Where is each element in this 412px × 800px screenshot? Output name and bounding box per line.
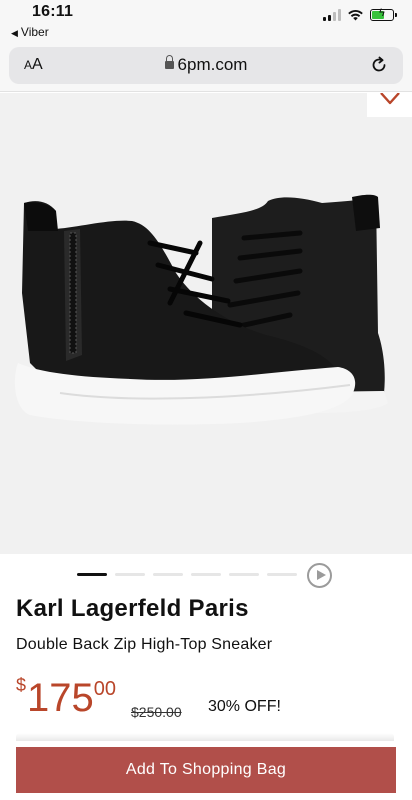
back-triangle-icon: ◀: [11, 28, 18, 38]
price-dollars: 175: [27, 676, 94, 720]
divider: [16, 733, 394, 741]
product-image[interactable]: [0, 93, 412, 554]
status-time: 16:11: [32, 3, 74, 20]
heart-icon: [380, 93, 400, 105]
price-currency: $: [16, 675, 27, 695]
play-icon[interactable]: [307, 563, 332, 588]
carousel-dot[interactable]: [77, 573, 107, 576]
back-to-app-link[interactable]: ◀ Viber: [11, 25, 49, 39]
url-text: 6pm.com: [177, 55, 248, 74]
status-bar: 16:11 ◀ Viber ϟ: [0, 0, 412, 44]
carousel-dot[interactable]: [229, 573, 259, 576]
original-price: $250.00: [131, 704, 182, 720]
address-bar[interactable]: AA 6pm.com: [9, 47, 403, 84]
carousel-dot[interactable]: [153, 573, 183, 576]
url-display[interactable]: 6pm.com: [9, 55, 403, 75]
wifi-icon: [348, 10, 363, 21]
reload-icon[interactable]: [369, 55, 389, 75]
image-carousel-indicators: [0, 560, 412, 590]
carousel-dot[interactable]: [115, 573, 145, 576]
status-icons: ϟ: [323, 7, 397, 21]
product-name: Double Back Zip High-Top Sneaker: [16, 636, 273, 653]
add-to-bag-button[interactable]: Add To Shopping Bag: [16, 747, 396, 793]
back-app-label: Viber: [20, 25, 49, 39]
lock-icon: [164, 55, 174, 69]
price-cents: 00: [93, 678, 117, 700]
discount-badge: 30% OFF!: [208, 698, 281, 715]
sale-price: $17500: [16, 676, 116, 718]
carousel-dot[interactable]: [191, 573, 221, 576]
browser-toolbar: AA 6pm.com: [0, 44, 412, 92]
battery-icon: ϟ: [370, 7, 397, 21]
sneaker-pair-image: [14, 194, 388, 425]
favorite-button[interactable]: [367, 93, 412, 117]
carousel-dot[interactable]: [267, 573, 297, 576]
signal-icon: [323, 8, 341, 21]
product-brand[interactable]: Karl Lagerfeld Paris: [16, 595, 249, 623]
